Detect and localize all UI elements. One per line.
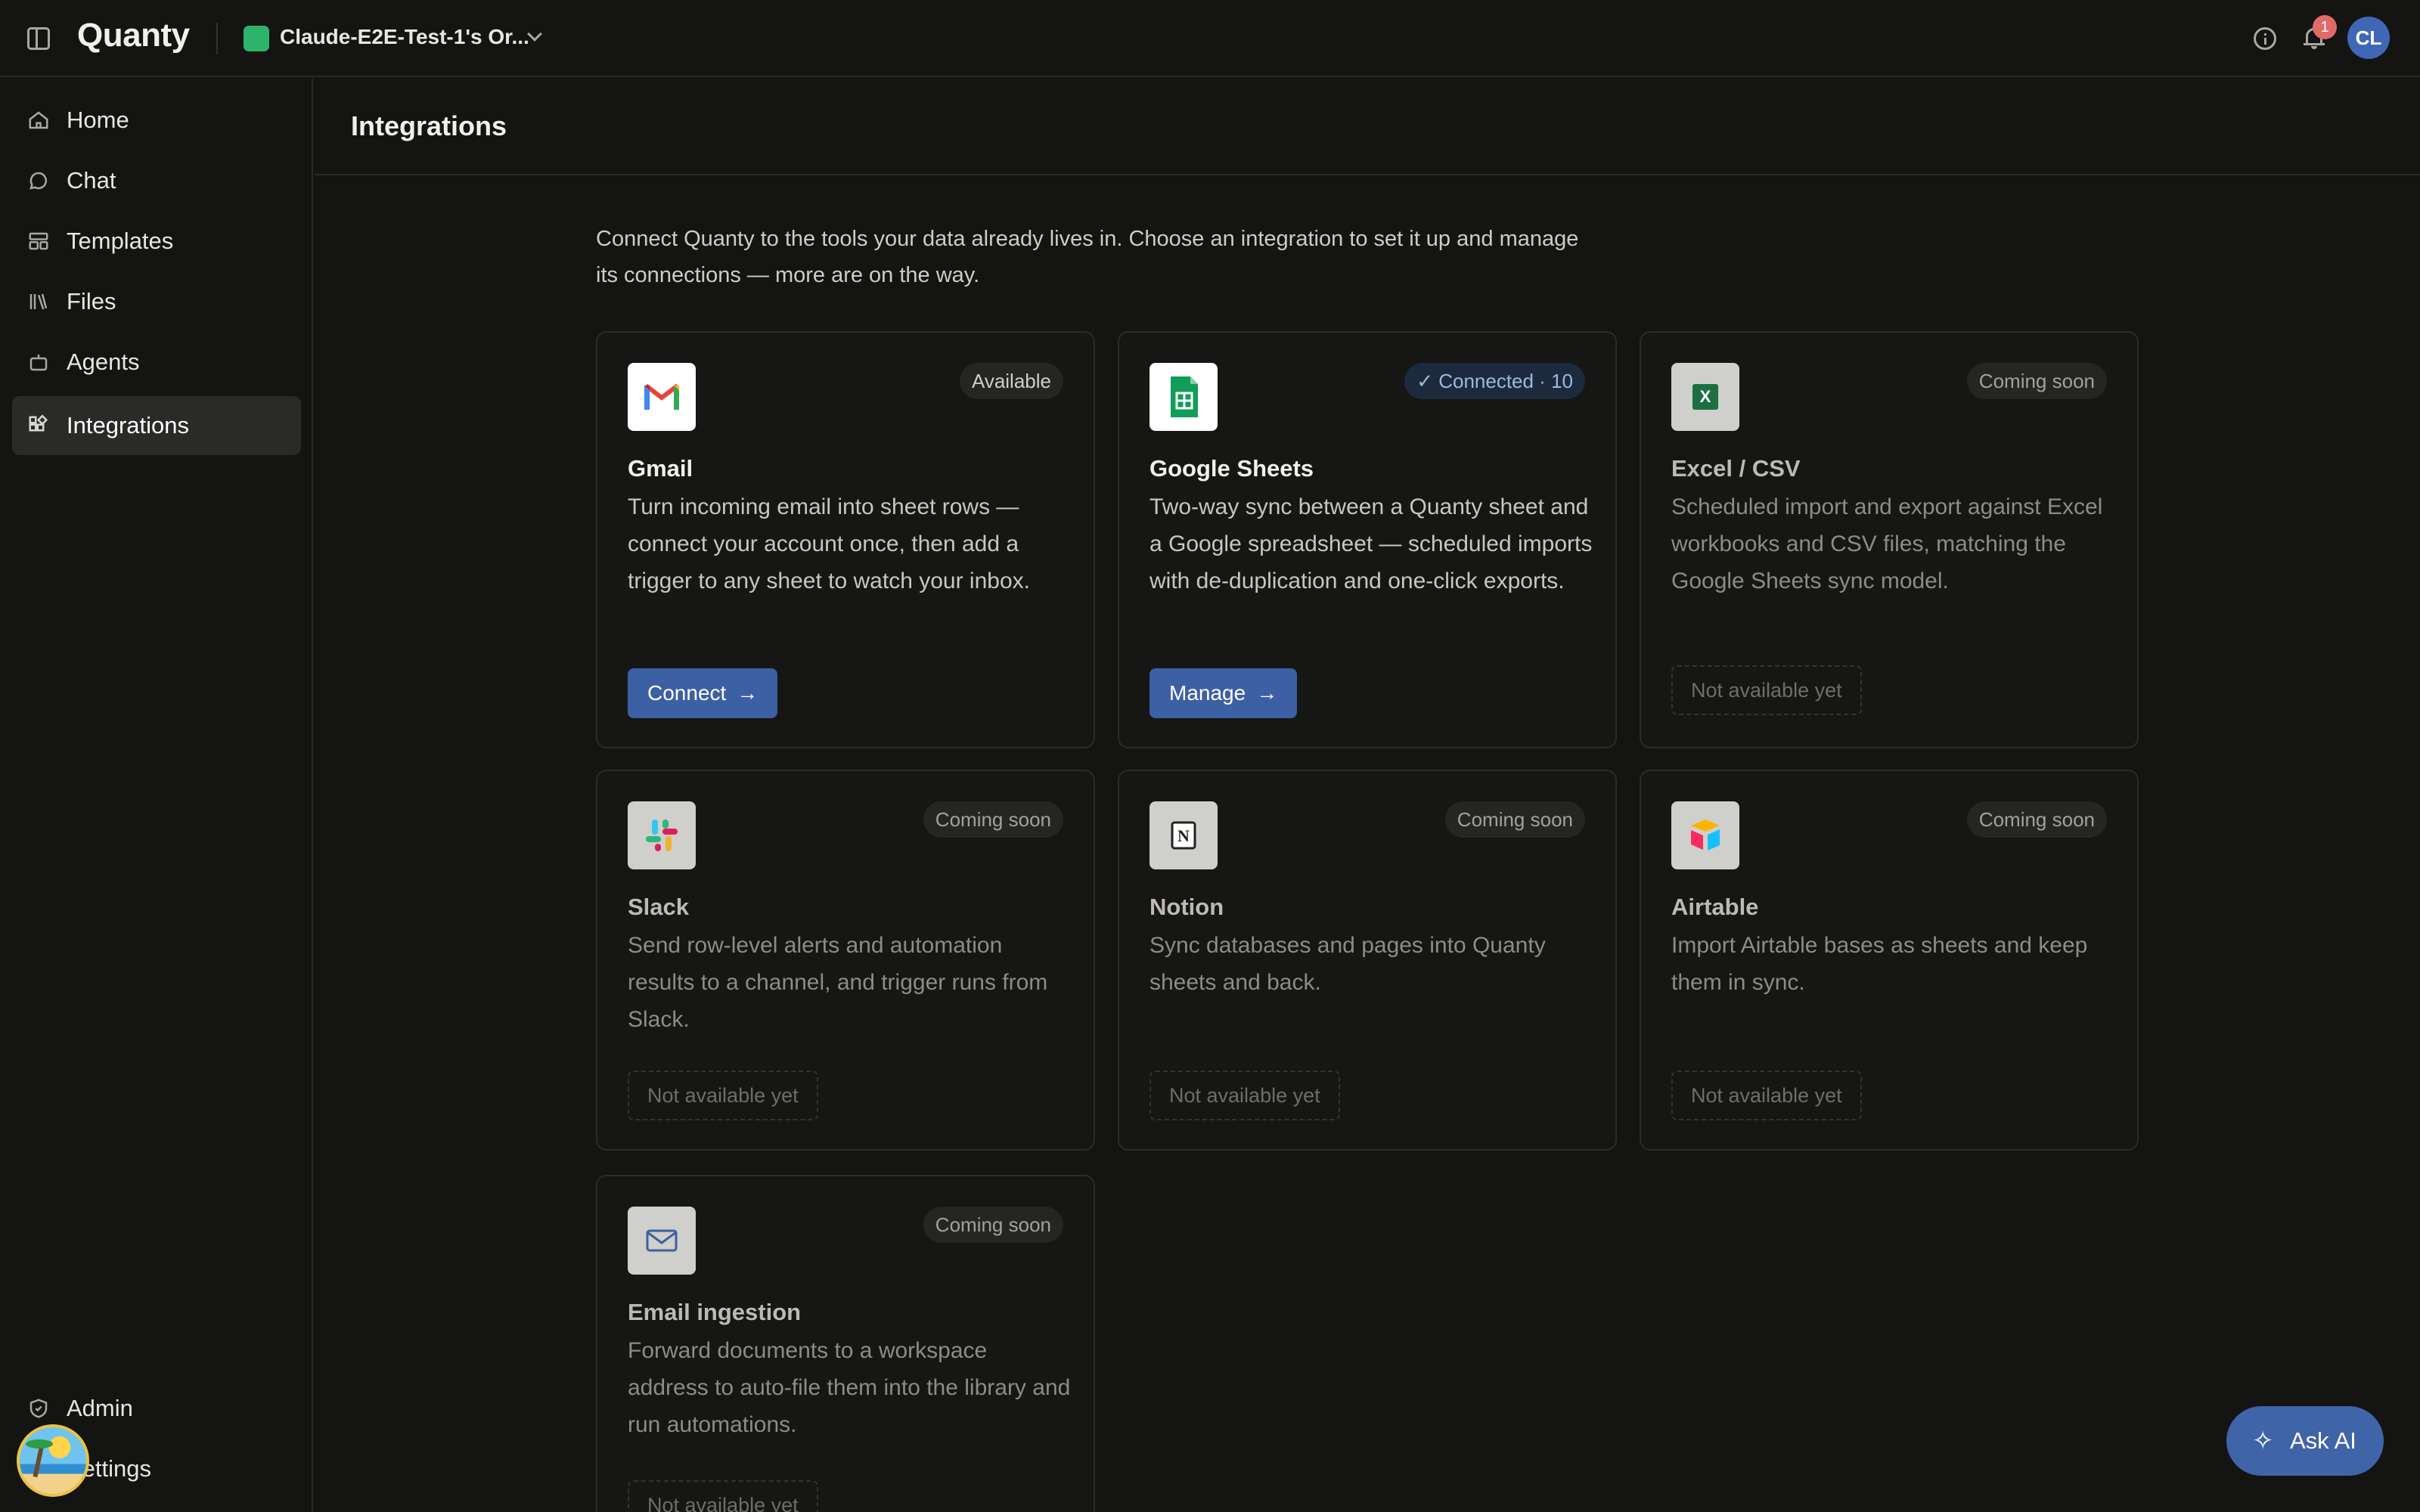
brand-logo[interactable]: Quanty [77,17,190,54]
integration-card-email-ingestion: Coming soon Email ingestion Forward docu… [596,1175,1095,1512]
card-title: Notion [1150,894,1224,920]
sparkle-icon: ✧ [2252,1427,2274,1455]
gmail-logo [628,363,696,431]
arrow-right-icon: → [737,681,759,705]
sidebar: Home Chat Templates Files Agents Integra… [0,79,313,1512]
avatar[interactable]: CL [2347,17,2390,59]
card-title: Airtable [1671,894,1759,920]
sidebar-item-label: Agents [67,349,140,375]
main-content: Integrations Connect Quanty to the tools… [315,79,2420,1512]
sidebar-item-label: Files [67,288,116,314]
arrow-right-icon: → [1256,681,1278,705]
not-available-button: Not available yet [1671,665,1862,715]
card-description: Scheduled import and export against Exce… [1671,494,2103,593]
sidebar-item-label: Chat [67,167,116,194]
card-description: Import Airtable bases as sheets and keep… [1671,933,2088,995]
manage-button[interactable]: Manage → [1150,668,1298,718]
status-badge: Coming soon [923,1207,1063,1243]
org-switcher[interactable]: Claude-E2E-Test-1's Or... [280,25,529,49]
card-title: Email ingestion [628,1299,802,1325]
status-badge: Coming soon [1966,801,2107,838]
divider [216,23,218,54]
card-description: Sync databases and pages into Quanty she… [1150,933,1546,995]
card-description: Turn incoming email into sheet rows — co… [628,494,1030,593]
card-description: Two-way sync between a Quanty sheet and … [1150,494,1593,593]
airtable-logo [1671,801,1739,869]
not-available-button: Not available yet [1150,1070,1340,1120]
card-description: Forward documents to a workspace address… [628,1338,1071,1437]
status-badge: Coming soon [1966,363,2107,399]
connect-button[interactable]: Connect → [628,668,778,718]
card-description: Send row-level alerts and automation res… [628,933,1048,1032]
sidebar-item-files[interactable]: Files [12,272,301,331]
sidebar-item-integrations[interactable]: Integrations [12,396,301,455]
status-badge: Available [959,363,1063,399]
notification-badge: 1 [2313,15,2337,39]
ask-ai-button[interactable]: ✧ Ask AI [2226,1406,2384,1476]
status-badge: Coming soon [923,801,1063,838]
sidebar-item-label: Home [67,107,129,133]
page-intro: Connect Quanty to the tools your data al… [596,227,1579,287]
card-title: Slack [628,894,690,920]
ask-ai-label: Ask AI [2290,1427,2356,1454]
notion-logo: N [1150,801,1218,869]
templates-icon [29,232,48,250]
card-title: Google Sheets [1150,455,1314,482]
sidebar-item-label: Integrations [67,412,189,438]
connect-button-label: Connect [647,681,727,705]
integration-card-google-sheets: ✓ Connected · 10 Google Sheets Two-way s… [1118,331,1617,748]
sidebar-item-home[interactable]: Home [12,91,301,150]
google-sheets-logo [1150,363,1218,431]
not-available-button: Not available yet [628,1070,818,1120]
svg-text:N: N [1177,826,1190,845]
sidebar-item-agents[interactable]: Agents [12,333,301,392]
excel-logo: X [1671,363,1739,431]
chat-icon [29,172,48,190]
integration-card-slack: Coming soon Slack Send row-level alerts … [596,770,1095,1151]
integration-card-gmail: Available Gmail Turn incoming email into… [596,331,1095,748]
status-badge: Coming soon [1444,801,1585,838]
user-avatar-image[interactable] [17,1424,89,1497]
status-badge: ✓ Connected · 10 [1404,363,1585,399]
integration-card-excel-csv: X Coming soon Excel / CSV Scheduled impo… [1640,331,2139,748]
not-available-button: Not available yet [1671,1070,1862,1120]
svg-text:X: X [1700,387,1711,406]
card-title: Excel / CSV [1671,455,1801,482]
card-title: Gmail [628,455,693,482]
page-title: Integrations [351,110,507,141]
home-icon [29,111,48,129]
check-icon: ✓ [1416,370,1439,392]
info-icon[interactable] [2254,27,2276,50]
page-header: Integrations [315,79,2420,175]
sidebar-toggle-icon[interactable] [27,27,50,50]
mail-icon [628,1207,696,1275]
org-color-swatch[interactable] [244,26,269,51]
integration-card-airtable: Coming soon Airtable Import Airtable bas… [1640,770,2139,1151]
agents-icon [29,355,48,371]
integration-card-notion: N Coming soon Notion Sync databases and … [1118,770,1617,1151]
chevron-down-icon[interactable] [527,26,542,42]
slack-logo [628,801,696,869]
manage-button-label: Manage [1169,681,1246,705]
not-available-button: Not available yet [628,1480,818,1512]
integrations-icon [29,414,48,432]
files-icon [29,293,48,310]
top-bar: Quanty Claude-E2E-Test-1's Or... 1 CL [0,0,2420,77]
sidebar-item-label: Admin [67,1395,133,1421]
sidebar-item-chat[interactable]: Chat [12,151,301,210]
sidebar-item-templates[interactable]: Templates [12,212,301,271]
shield-icon [29,1399,48,1418]
sidebar-item-label: Templates [67,228,174,254]
